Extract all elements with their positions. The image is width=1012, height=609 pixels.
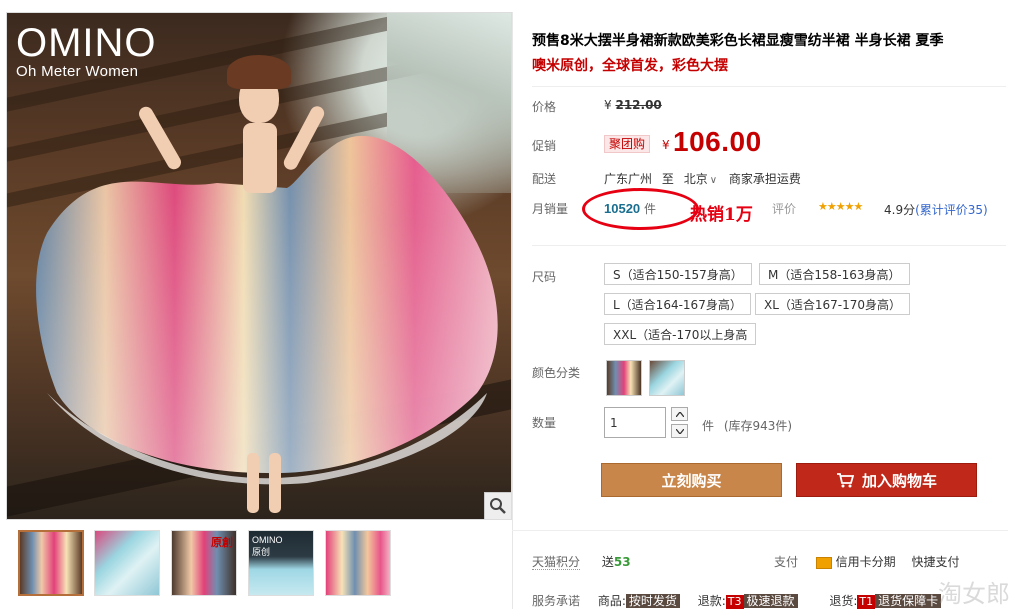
refund-label: 退款:: [697, 594, 726, 608]
product-title: 预售8米大摆半身裙新款欧美彩色长裙显瘦雪纺半裙 半身长裙 夏季: [532, 33, 944, 49]
quantity-unit: 件: [702, 419, 715, 433]
rating-stars-icon: ★★★★★: [818, 200, 863, 213]
size-option-xl[interactable]: XL（适合167-170身高）: [755, 293, 911, 315]
goods-label: 商品:: [597, 594, 626, 608]
chevron-down-icon: [675, 428, 684, 434]
column-divider: [512, 12, 513, 609]
shipping-fee: 商家承担运费: [728, 172, 801, 186]
service-row: 服务承诺 商品: 按时发货 退款: T3 极速退款 退货: T1 退货保障卡: [532, 592, 942, 609]
points-prefix: 送: [601, 555, 614, 569]
ship-destination-select[interactable]: 北京 ∨: [684, 172, 721, 186]
promo-tag: 聚团购: [604, 135, 651, 153]
thumbnail-5[interactable]: [325, 530, 391, 596]
divider: [512, 530, 1008, 531]
return-badge[interactable]: 退货保障卡: [875, 594, 942, 608]
brand-name: OMINO: [16, 21, 157, 65]
highlight-circle: [582, 188, 699, 230]
rating-value: 4.9分: [884, 203, 916, 217]
rating-score: 4.9分(累计评价35): [884, 201, 988, 218]
quick-pay[interactable]: 快捷支付: [912, 555, 960, 569]
brand-tagline: Oh Meter Women: [16, 63, 139, 80]
review-count-link[interactable]: (累计评价35): [915, 203, 988, 217]
points-row: 天猫积分 送53: [532, 553, 631, 570]
points-value: 53: [613, 555, 631, 569]
payment-row: 支付 信用卡分期 快捷支付: [774, 553, 960, 570]
size-label: 尺码: [532, 270, 557, 284]
review-label: 评价: [772, 202, 797, 216]
color-swatch-2[interactable]: [649, 360, 685, 396]
product-photo: [7, 13, 511, 519]
thumbnail-4[interactable]: OMINO 原创: [248, 530, 314, 596]
thumbnail-3[interactable]: 原創: [171, 530, 237, 596]
divider: [532, 86, 1006, 87]
service-label: 服务承诺: [532, 594, 581, 608]
main-product-image[interactable]: OMINO Oh Meter Women: [6, 12, 512, 520]
quantity-input[interactable]: [604, 407, 666, 438]
refund-badge[interactable]: 极速退款: [743, 594, 798, 608]
color-label: 颜色分类: [532, 366, 581, 380]
quantity-label: 数量: [532, 416, 557, 430]
buy-now-button[interactable]: 立刻购买: [601, 463, 782, 497]
product-subtitle: 噢米原创，全球首发，彩色大摆: [532, 58, 728, 74]
return-code-badge: T1: [857, 595, 876, 609]
ship-to-word: 至: [661, 172, 674, 186]
ship-destination: 北京: [683, 172, 708, 186]
brand-logo: OMINO Oh Meter Women: [16, 23, 157, 81]
size-option-s[interactable]: S（适合150-157身高）: [604, 263, 752, 285]
payment-label: 支付: [774, 555, 799, 569]
promo-label: 促销: [532, 139, 557, 153]
original-price: ¥ 212.00: [604, 98, 662, 112]
quantity-decrease-button[interactable]: [671, 424, 688, 438]
ontime-badge[interactable]: 按时发货: [625, 594, 680, 608]
thumbnail-4-label: OMINO 原创: [252, 535, 283, 557]
sales-label: 月销量: [532, 202, 569, 216]
add-to-cart-label: 加入购物车: [861, 471, 937, 490]
add-to-cart-button[interactable]: 加入购物车: [796, 463, 977, 497]
chevron-up-icon: [675, 411, 684, 417]
size-option-xxl[interactable]: XXL（适合-170以上身高: [604, 323, 757, 345]
thumbnail-2[interactable]: [94, 530, 160, 596]
color-swatch-1[interactable]: [606, 360, 642, 396]
divider: [532, 245, 1006, 246]
currency-symbol: ¥: [604, 98, 612, 112]
payment-method[interactable]: 信用卡分期: [836, 555, 896, 569]
zoom-button[interactable]: [484, 492, 511, 519]
size-option-l[interactable]: L（适合164-167身高）: [604, 293, 751, 315]
size-option-m[interactable]: M（适合158-163身高）: [759, 263, 910, 285]
ship-from: 广东广州: [604, 172, 653, 186]
shipping-info: 广东广州 至 北京 ∨ 商家承担运费: [604, 170, 801, 187]
promo-price: 106.00: [673, 126, 762, 157]
thumbnail-1[interactable]: [18, 530, 84, 596]
watermark: 淘女郎: [938, 580, 1010, 608]
hot-sale-annotation: 热销1万: [690, 205, 753, 225]
original-price-value: 212.00: [615, 98, 662, 112]
quantity-increase-button[interactable]: [671, 407, 688, 421]
chevron-down-icon: ∨: [709, 175, 718, 186]
shipping-label: 配送: [532, 172, 557, 186]
credit-card-icon: [815, 556, 832, 569]
stock-info: 件 (库存943件): [702, 417, 792, 434]
refund-code-badge: T3: [725, 595, 744, 609]
thumbnail-3-label: 原創: [211, 537, 233, 549]
cart-icon: [836, 473, 854, 488]
stock-count: (库存943件): [723, 419, 793, 433]
magnifier-icon: [490, 498, 506, 514]
return-label: 退货:: [829, 594, 858, 608]
active-caret: [46, 530, 58, 531]
price-label: 价格: [532, 100, 557, 114]
product-page: OMINO Oh Meter Women 原創 OMINO 原创 预售8米大摆半…: [0, 0, 1012, 609]
points-label[interactable]: 天猫积分: [532, 555, 581, 570]
promo-currency: ¥: [662, 138, 670, 152]
